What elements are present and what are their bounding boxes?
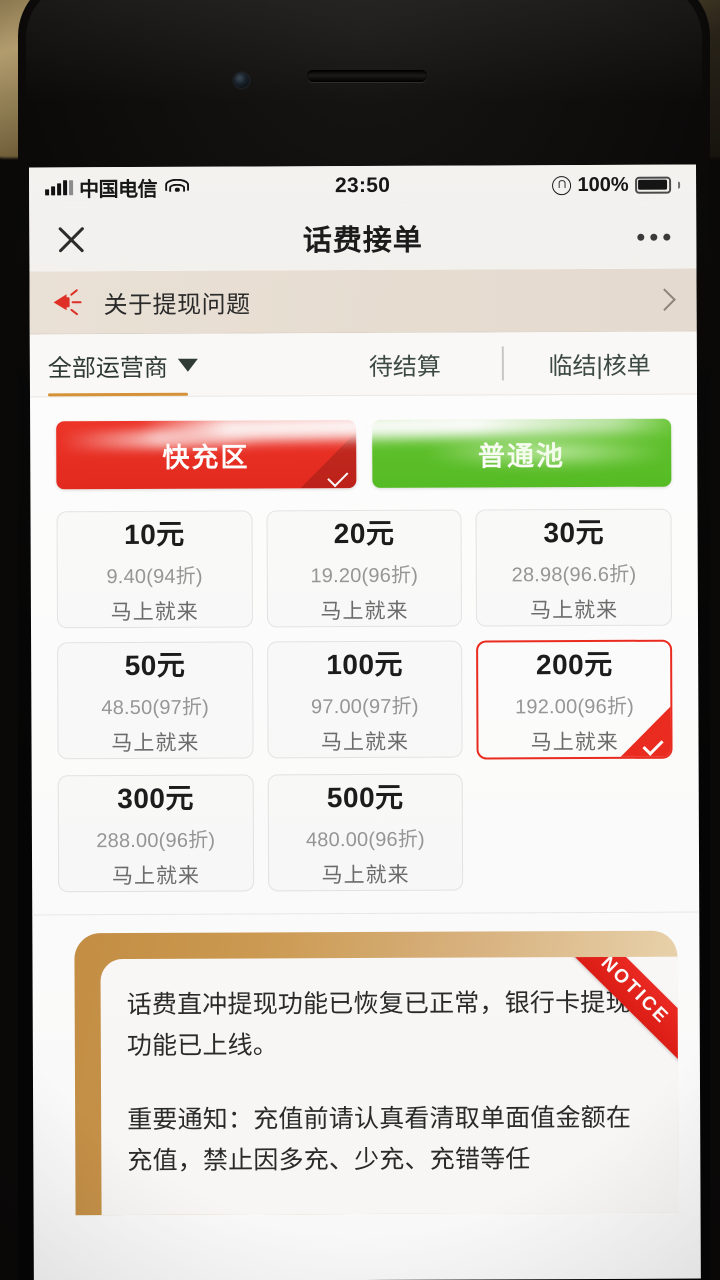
denomination-eta: 马上就来	[111, 731, 200, 756]
denomination-amount: 10元	[124, 518, 185, 551]
close-icon[interactable]	[55, 223, 87, 255]
phone-photo: 中国电信 23:50 100% 话费接单 关于提现问题 全部运营商 待结算 临结…	[0, 0, 720, 1280]
denomination-price: 19.20(96折)	[310, 564, 419, 588]
denomination-eta: 马上就来	[530, 598, 619, 623]
status-bar-left: 中国电信	[45, 172, 190, 202]
tab-pending-settlement[interactable]: 待结算	[307, 332, 502, 395]
denomination-card[interactable]: 300元 288.00(96折) 马上就来	[57, 774, 254, 893]
carrier-label: 中国电信	[79, 178, 158, 201]
page-title: 话费接单	[302, 224, 423, 258]
pool-normal-label: 普通池	[477, 440, 566, 471]
pool-selector: 快充区 普通池	[30, 395, 697, 498]
megaphone-icon	[53, 288, 88, 316]
tab-temp-settle-audit-label: 临结|核单	[548, 352, 651, 380]
denomination-amount: 20元	[333, 517, 395, 550]
chevron-down-icon	[177, 358, 198, 372]
battery-percent-label: 100%	[577, 173, 629, 196]
chevron-right-icon	[653, 288, 676, 311]
denomination-price: 192.00(96折)	[515, 695, 635, 719]
denomination-amount: 50元	[124, 649, 186, 682]
denomination-card[interactable]: 50元 48.50(97折) 马上就来	[57, 641, 254, 760]
tab-temp-settle-audit[interactable]: 临结|核单	[502, 332, 697, 395]
denomination-amount: 300元	[117, 782, 195, 815]
battery-tip	[677, 181, 681, 189]
notice-card: NOTICE 话费直冲提现功能已恢复已正常，银行卡提现功能已上线。 重要通知：充…	[100, 956, 679, 1216]
denomination-card[interactable]: 10元 9.40(94折) 马上就来	[56, 510, 253, 629]
denomination-amount: 100元	[326, 648, 404, 681]
notice-paragraph-2: 重要通知：充值前请认真看清取单面值金额在充值，禁止因多充、少充、充错等任	[127, 1103, 632, 1175]
notice-paragraph-1: 话费直冲提现功能已恢复已正常，银行卡提现功能已上线。	[126, 988, 631, 1060]
denomination-price: 28.98(96.6折)	[511, 563, 637, 587]
pool-fast-charge-button[interactable]: 快充区	[56, 420, 356, 490]
tab-all-carriers[interactable]: 全部运营商	[30, 333, 308, 396]
denomination-eta: 马上就来	[111, 864, 200, 889]
denomination-eta: 马上就来	[320, 599, 409, 624]
announcement-label: 关于提现问题	[103, 290, 251, 319]
navigation-bar: 话费接单	[29, 204, 697, 272]
denomination-card[interactable]: 500元 480.00(96折) 马上就来	[267, 773, 464, 892]
denomination-price: 9.40(94折)	[106, 565, 203, 589]
denomination-price: 97.00(97折)	[310, 695, 419, 719]
notice-section: NOTICE 话费直冲提现功能已恢复已正常，银行卡提现功能已上线。 重要通知：充…	[32, 913, 700, 1216]
active-tab-underline	[47, 392, 189, 397]
denomination-price: 288.00(96折)	[96, 829, 216, 853]
wifi-icon	[165, 178, 190, 195]
pool-fast-charge-label: 快充区	[162, 441, 250, 473]
signal-bars-icon	[45, 179, 74, 195]
status-bar: 中国电信 23:50 100%	[29, 164, 697, 208]
tab-all-carriers-label: 全部运营商	[47, 354, 168, 382]
denomination-amount: 200元	[535, 648, 613, 681]
denomination-eta: 马上就来	[321, 863, 410, 888]
rotation-lock-icon	[552, 175, 572, 195]
denomination-card[interactable]: 30元 28.98(96.6折) 马上就来	[475, 508, 673, 627]
bezel-highlight	[26, 0, 702, 102]
filter-tabs: 全部运营商 待结算 临结|核单	[29, 331, 698, 398]
denomination-card[interactable]: 100元 97.00(97折) 马上就来	[266, 640, 463, 759]
status-bar-right: 100%	[552, 173, 681, 197]
battery-full-icon	[634, 176, 671, 194]
denomination-eta: 马上就来	[530, 730, 619, 755]
announcement-bar[interactable]: 关于提现问题	[29, 268, 697, 335]
earpiece-speaker-icon	[307, 70, 427, 82]
denomination-card-selected[interactable]: 200元 192.00(96折) 马上就来	[476, 639, 673, 760]
denomination-price: 48.50(97折)	[101, 696, 210, 720]
denomination-grid: 10元 9.40(94折) 马上就来 20元 19.20(96折) 马上就来 3…	[30, 495, 699, 915]
notice-card-frame: NOTICE 话费直冲提现功能已恢复已正常，银行卡提现功能已上线。 重要通知：充…	[74, 930, 679, 1216]
denomination-card[interactable]: 20元 19.20(96折) 马上就来	[266, 509, 463, 628]
denomination-eta: 马上就来	[320, 730, 410, 755]
denomination-amount: 500元	[326, 781, 404, 814]
denomination-price: 480.00(96折)	[305, 828, 425, 852]
pool-normal-button[interactable]: 普通池	[371, 418, 672, 488]
more-options-icon[interactable]	[637, 233, 671, 241]
denomination-eta: 马上就来	[110, 600, 199, 625]
front-camera-icon	[234, 73, 249, 88]
denomination-amount: 30元	[543, 516, 605, 549]
tab-pending-settlement-label: 待结算	[368, 353, 441, 381]
app-screen: 中国电信 23:50 100% 话费接单 关于提现问题 全部运营商 待结算 临结…	[29, 164, 701, 1280]
